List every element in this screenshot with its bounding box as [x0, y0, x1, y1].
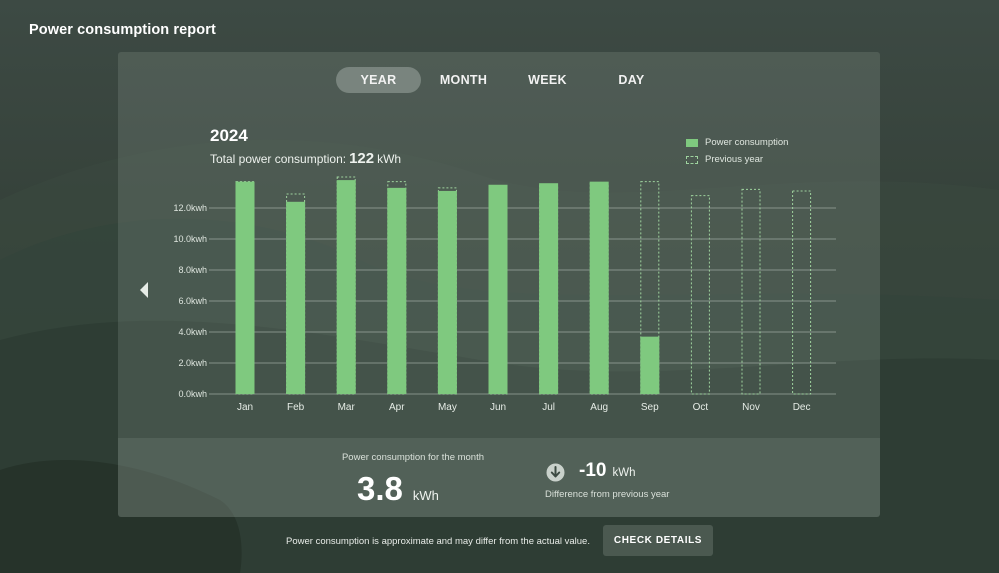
- check-details-button[interactable]: CHECK DETAILS: [603, 525, 713, 556]
- bar-power-consumption: [235, 181, 255, 394]
- bar-power-consumption: [336, 180, 356, 394]
- diff-number: -10: [579, 460, 607, 481]
- difference-value: -10 kWh: [579, 460, 635, 482]
- bar-chart: 0.0kwh 2.0kwh 4.0kwh 6.0kwh 8.0kwh 10.0kwh 12.…: [173, 176, 836, 413]
- y-tick-label: 10.0kwh: [173, 234, 207, 244]
- y-tick-label: 12.0kwh: [173, 203, 207, 213]
- x-tick-label: Oct: [693, 402, 709, 413]
- month-consumption-label: Power consumption for the month: [341, 452, 485, 463]
- month-value: 3.8: [357, 470, 403, 507]
- report-panel: YEAR MONTH WEEK DAY 2024 Total power con…: [118, 52, 880, 517]
- x-tick-label: Feb: [287, 402, 305, 413]
- bar-power-consumption: [539, 183, 559, 394]
- disclaimer-text: Power consumption is approximate and may…: [286, 536, 590, 547]
- month-unit: kWh: [412, 488, 439, 503]
- bar-power-consumption: [387, 187, 407, 394]
- y-tick-label: 4.0kwh: [178, 327, 207, 337]
- month-consumption-value: 3.8 kWh: [357, 470, 439, 508]
- x-tick-label: Jun: [490, 402, 506, 413]
- x-tick-label: Jan: [237, 402, 253, 413]
- app-title: Power consumption report: [29, 22, 216, 38]
- bar-power-consumption: [488, 184, 508, 394]
- y-tick-label: 6.0kwh: [178, 296, 207, 306]
- x-tick-label: Apr: [389, 402, 405, 413]
- arrow-down-circle-icon: [546, 463, 565, 482]
- bar-power-consumption: [589, 181, 609, 394]
- x-tick-label: May: [438, 402, 457, 413]
- diff-unit: kWh: [612, 467, 636, 479]
- bar-power-consumption: [286, 201, 306, 394]
- x-tick-label: Aug: [590, 402, 608, 413]
- x-tick-label: Nov: [742, 402, 760, 413]
- y-tick-label: 8.0kwh: [178, 265, 207, 275]
- bar-power-consumption: [437, 190, 457, 394]
- y-tick-label: 2.0kwh: [178, 358, 207, 368]
- y-tick-label: 0.0kwh: [178, 389, 207, 399]
- x-tick-label: Mar: [338, 402, 356, 413]
- panel-footer: [118, 438, 880, 517]
- bar-previous-year: [690, 195, 710, 395]
- difference-label: Difference from previous year: [545, 489, 670, 500]
- x-tick-label: Jul: [542, 402, 555, 413]
- bar-power-consumption: [640, 336, 660, 394]
- bar-previous-year: [792, 190, 812, 395]
- x-tick-label: Sep: [641, 402, 659, 413]
- x-tick-label: Dec: [793, 402, 811, 413]
